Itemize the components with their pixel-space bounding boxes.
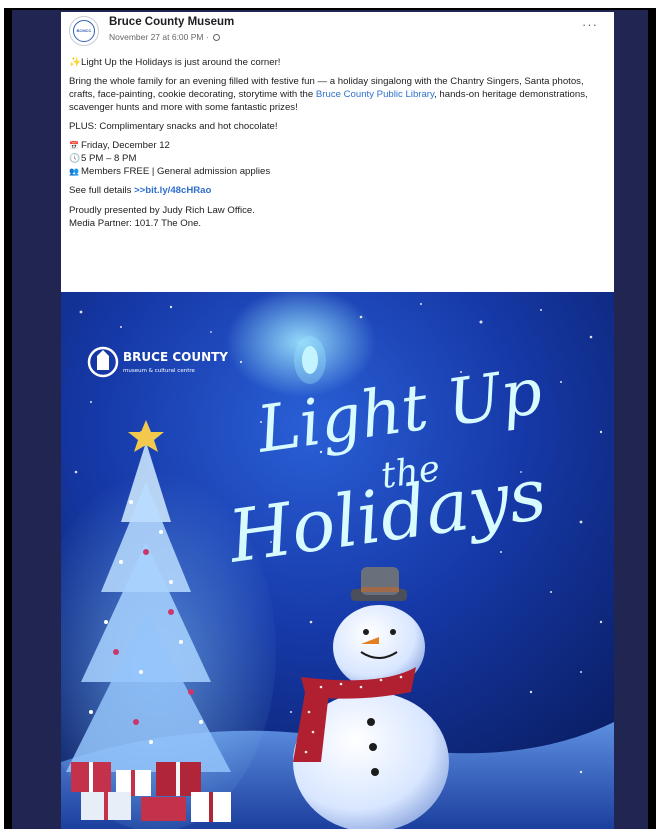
details-line: See full details >>bit.ly/48cHRao — [69, 184, 601, 197]
media-partner: Media Partner: 101.7 The One. — [69, 218, 202, 229]
poster-art: BRUCE COUNTY museum & cultural centre Li… — [61, 292, 614, 829]
logo-title: BRUCE COUNTY — [123, 350, 228, 364]
description-paragraph: Bring the whole family for an evening fi… — [69, 75, 601, 114]
post-body: ✨Light Up the Holidays is just around th… — [69, 56, 601, 236]
logo-subtitle: museum & cultural centre — [123, 368, 196, 374]
event-admission: Members FREE | General admission applies — [81, 166, 271, 177]
event-date: Friday, December 12 — [81, 140, 170, 151]
headline-line: ✨Light Up the Holidays is just around th… — [69, 56, 601, 69]
people-icon: 👥 — [69, 167, 79, 176]
headline-text: Light Up the Holidays is just around the… — [81, 57, 281, 68]
globe-icon — [213, 34, 221, 41]
page-name-link[interactable]: Bruce County Museum — [109, 16, 234, 28]
more-options-button[interactable]: ··· — [580, 18, 600, 34]
facebook-post: BCMCC Bruce County Museum November 27 at… — [61, 12, 614, 829]
page-avatar[interactable]: BCMCC — [69, 16, 99, 46]
post-meta: November 27 at 6:00 PM · — [109, 32, 221, 42]
post-header: BCMCC Bruce County Museum November 27 at… — [61, 12, 614, 52]
details-link[interactable]: >>bit.ly/48cHRao — [134, 185, 211, 196]
library-link[interactable]: Bruce County Public Library — [316, 89, 434, 100]
sparkle-icon: ✨ — [69, 57, 81, 68]
museum-logo-icon: BCMCC — [73, 20, 95, 42]
presented-by: Proudly presented by Judy Rich Law Offic… — [69, 205, 255, 216]
plus-line: PLUS: Complimentary snacks and hot choco… — [69, 121, 278, 132]
credits: Proudly presented by Judy Rich Law Offic… — [69, 204, 601, 230]
post-timestamp[interactable]: November 27 at 6:00 PM · — [109, 32, 209, 42]
event-time: 5 PM – 8 PM — [81, 153, 137, 164]
clock-icon: 🕔 — [69, 153, 81, 163]
details-prefix: See full details — [69, 185, 135, 196]
screenshot-background: BCMCC Bruce County Museum November 27 at… — [0, 0, 657, 829]
calendar-icon: 📅 — [69, 141, 79, 150]
event-poster-image[interactable]: BRUCE COUNTY museum & cultural centre Li… — [61, 292, 614, 829]
bulb-icon — [294, 336, 326, 384]
event-details: 📅 Friday, December 12 🕔5 PM – 8 PM 👥 Membe… — [69, 139, 601, 178]
